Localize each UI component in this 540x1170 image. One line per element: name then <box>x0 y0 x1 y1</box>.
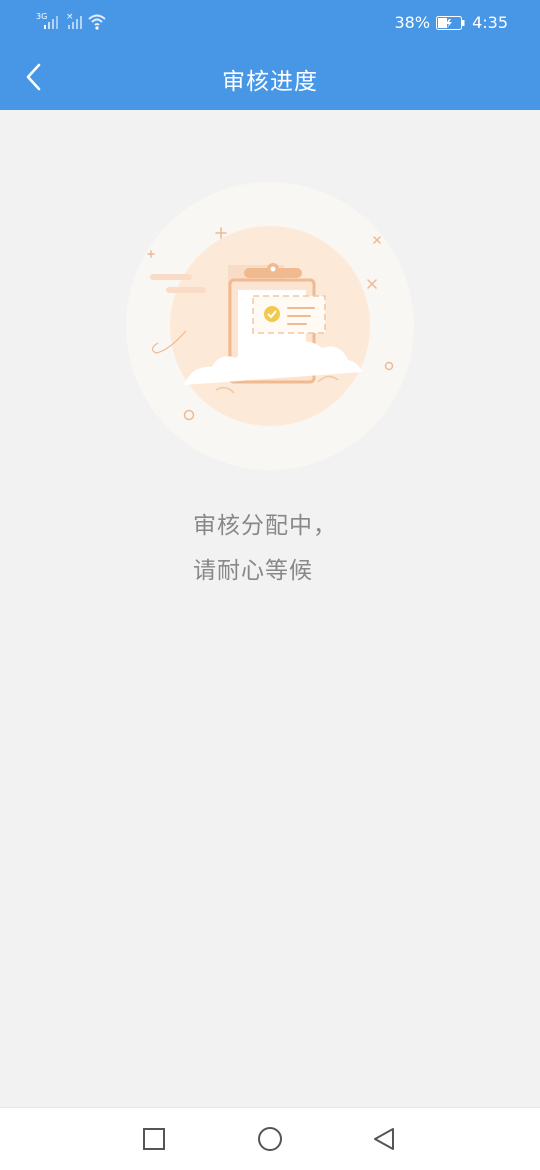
message-line-1: 审核分配中， <box>193 513 337 539</box>
clipboard-review-illustration <box>120 176 420 476</box>
battery-charging-icon <box>436 15 466 30</box>
home-circle-icon <box>258 1127 282 1151</box>
home-button[interactable] <box>254 1123 286 1155</box>
signal-3g-icon: 3G × <box>36 12 106 30</box>
wifi-icon <box>88 14 106 26</box>
recents-square-icon <box>143 1128 165 1150</box>
signal-group: 3G × <box>36 10 116 34</box>
message-line-2: 请耐心等候 <box>193 558 313 584</box>
recents-button[interactable] <box>138 1123 170 1155</box>
status-right-group: 38% 4:35 <box>395 11 509 33</box>
page-title: 审核进度 <box>222 69 318 95</box>
system-navigation-bar <box>0 1107 540 1170</box>
status-message: 审核分配中， 请耐心等候 <box>193 504 337 594</box>
svg-text:×: × <box>66 12 74 22</box>
clock-time: 4:35 <box>472 12 508 32</box>
status-bar: 3G × 38% 4:35 <box>0 0 540 44</box>
network-type-label: 3G <box>36 12 47 21</box>
back-triangle-icon <box>374 1128 394 1150</box>
system-back-button[interactable] <box>368 1123 400 1155</box>
app-header: 3G × 38% 4:35 审核进度 <box>0 0 540 110</box>
battery-percent: 38% <box>394 12 431 32</box>
nav-bar: 审核进度 <box>0 44 540 110</box>
